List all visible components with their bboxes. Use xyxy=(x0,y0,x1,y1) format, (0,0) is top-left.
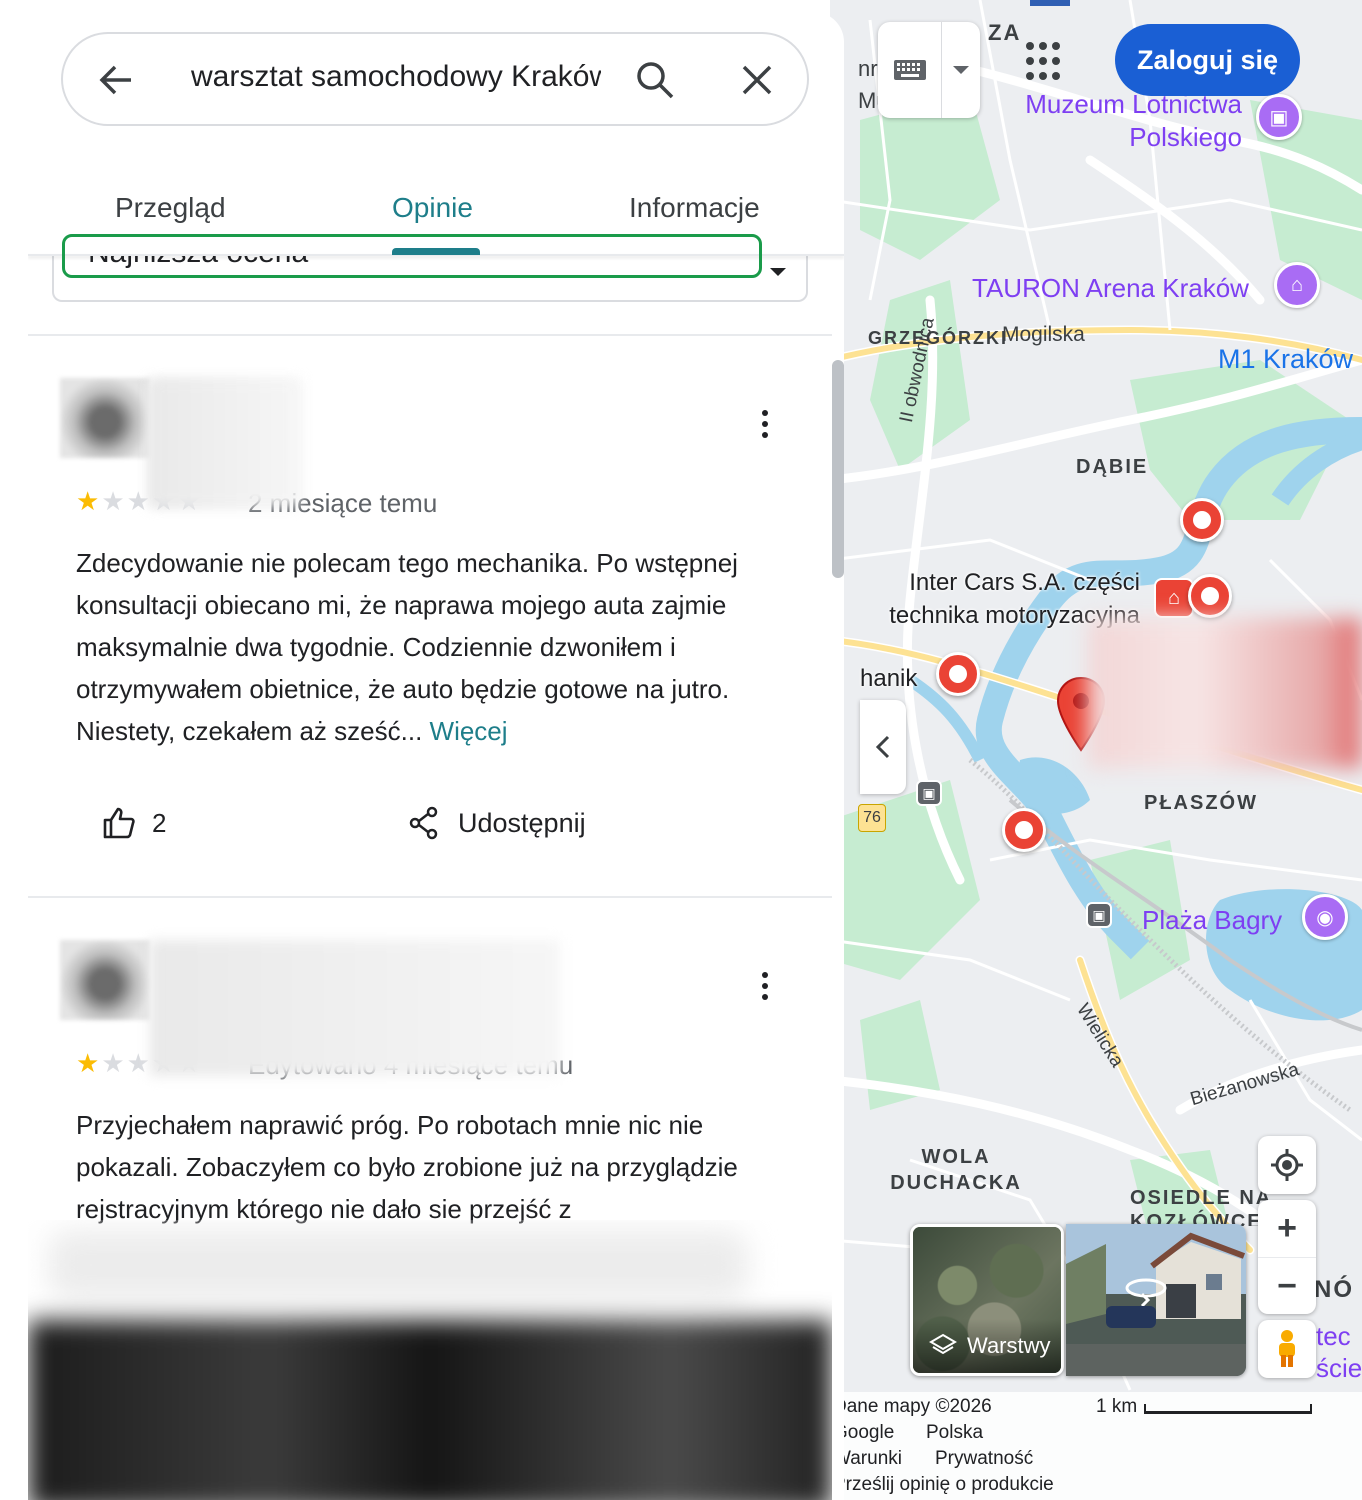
map-pin[interactable] xyxy=(1002,808,1046,852)
label-partial-scie: ście xyxy=(1316,1353,1362,1383)
close-icon xyxy=(742,65,772,95)
like-count: 2 xyxy=(152,807,167,838)
pegman-icon xyxy=(1279,1330,1295,1367)
share-icon xyxy=(409,806,438,840)
input-tools-widget[interactable] xyxy=(878,22,980,118)
tab-reviews[interactable]: Opinie xyxy=(392,192,473,224)
back-button[interactable] xyxy=(97,60,137,105)
search-input[interactable]: warsztat samochodowy Kraków xyxy=(191,60,601,94)
label-district-za: ZA xyxy=(988,20,1022,45)
train-station-icon[interactable]: ▣ xyxy=(1086,902,1112,928)
keyboard-icon xyxy=(893,60,926,80)
review-card: ★★★★★ Edytowano 4 miesiące temu Przyjech… xyxy=(28,898,832,1228)
more-link[interactable]: Więcej xyxy=(430,716,508,746)
label-muzeum-lotnictwa[interactable]: Muzeum Lotnictwa Polskiego xyxy=(980,88,1242,154)
scrollbar-thumb[interactable] xyxy=(832,360,844,578)
street-view-thumbnail[interactable] xyxy=(1066,1224,1246,1376)
tab-about[interactable]: Informacje xyxy=(629,192,760,224)
pegman-button[interactable] xyxy=(1258,1320,1316,1378)
label-tauron-arena[interactable]: TAURON Arena Kraków xyxy=(972,272,1249,305)
apps-grid-icon[interactable] xyxy=(1026,42,1066,82)
label-dabie: DĄBIE xyxy=(1076,456,1149,478)
label-m1-krakow[interactable]: M1 Kraków xyxy=(1218,344,1353,375)
thumbs-up-icon xyxy=(103,807,135,839)
route-shield: 76 xyxy=(858,804,886,832)
privacy-link[interactable]: Prywatność xyxy=(935,1448,1033,1470)
caret-down-icon xyxy=(953,66,969,74)
keyboard-button[interactable] xyxy=(878,22,942,118)
zoom-in-button[interactable]: + xyxy=(1258,1200,1316,1257)
my-location-button[interactable] xyxy=(1258,1136,1316,1194)
label-grzegorzki: GRZEGÓRZKI xyxy=(868,328,1008,348)
label-wola-duchacka: WOLA DUCHACKA xyxy=(890,1146,1022,1194)
more-options-icon[interactable] xyxy=(762,410,770,438)
museum-icon[interactable]: ▣ xyxy=(1256,94,1302,140)
layers-icon xyxy=(929,1332,957,1360)
feedback-link[interactable]: Prześlij opinię o produkcie xyxy=(833,1474,1054,1496)
app-root: ZA nr Mu Muzeum Lotnictwa Polskiego ▣ TA… xyxy=(0,0,1362,1500)
map-pin[interactable] xyxy=(936,652,980,696)
reviewer-name-blurred xyxy=(150,940,560,1076)
blurred-place-label xyxy=(1088,618,1362,768)
label-partial-hanik[interactable]: hanik xyxy=(860,662,917,695)
dropdown-arrow-icon xyxy=(770,268,786,276)
country-link[interactable]: Polska xyxy=(926,1422,983,1444)
label-plaszow: PŁASZÓW xyxy=(1144,792,1258,814)
side-panel: warsztat samochodowy Kraków Przegląd Opi… xyxy=(28,12,844,1500)
share-button[interactable]: Udostępnij xyxy=(408,806,586,840)
collapse-panel-button[interactable] xyxy=(860,700,906,794)
crosshair-icon xyxy=(1271,1149,1303,1181)
scale-label[interactable]: 1 km xyxy=(1096,1396,1137,1418)
scale-bar xyxy=(1144,1404,1312,1414)
search-icon xyxy=(637,62,674,99)
review-text: Przyjechałem naprawić próg. Po robotach … xyxy=(76,1110,738,1224)
label-partial-no: NÓ xyxy=(1314,1276,1354,1303)
signin-button[interactable]: Zaloguj się xyxy=(1115,24,1300,96)
reviewer-avatar[interactable] xyxy=(60,378,150,458)
train-station-icon[interactable]: ▣ xyxy=(916,780,942,806)
map-attribution: Dane mapy ©2026 1 km Google Polska Warun… xyxy=(830,1392,1362,1500)
label-partial-tec: tec xyxy=(1316,1321,1351,1351)
rotate-360-icon xyxy=(1125,1278,1167,1306)
more-options-icon[interactable] xyxy=(762,972,770,1000)
reviewer-avatar[interactable] xyxy=(60,940,150,1020)
zoom-out-button[interactable]: − xyxy=(1258,1257,1316,1314)
review-card: ★★★★★ 2 miesiące temu Zdecydowanie nie p… xyxy=(28,336,832,896)
input-tools-dropdown[interactable] xyxy=(942,22,980,118)
arrow-left-icon xyxy=(99,65,131,95)
search-button[interactable] xyxy=(635,60,675,105)
layers-button[interactable]: Warstwy xyxy=(910,1224,1064,1376)
arena-icon[interactable]: ⌂ xyxy=(1274,262,1320,308)
map-pin[interactable] xyxy=(1180,498,1224,542)
label-partial-nr: nr xyxy=(858,56,878,81)
map-pin[interactable] xyxy=(1188,574,1232,618)
tab-overview[interactable]: Przegląd xyxy=(115,192,226,224)
review-text: Zdecydowanie nie polecam tego mechanika.… xyxy=(76,548,738,746)
blurred-content xyxy=(28,1220,832,1500)
label-mogilska: Mogilska xyxy=(1002,323,1085,346)
zoom-controls: + − xyxy=(1258,1200,1316,1314)
like-button[interactable]: 2 xyxy=(102,806,166,840)
camera-icon[interactable]: ◉ xyxy=(1302,894,1348,940)
reviewer-name-blurred-overlay xyxy=(150,380,300,506)
layers-label: Warstwy xyxy=(967,1333,1051,1358)
map-data-copyright: Dane mapy ©2026 xyxy=(833,1396,992,1417)
clear-search-button[interactable] xyxy=(741,64,773,101)
chevron-left-icon xyxy=(875,735,890,759)
label-plaza-bagry[interactable]: Plaża Bagry xyxy=(1142,904,1282,937)
highlight-annotation xyxy=(62,234,762,278)
share-label: Udostępnij xyxy=(458,807,586,838)
search-box[interactable]: warsztat samochodowy Kraków xyxy=(61,32,809,126)
